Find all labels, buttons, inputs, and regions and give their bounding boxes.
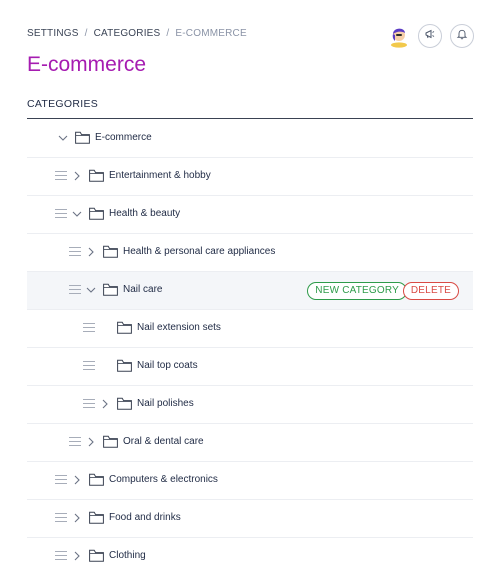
folder-icon xyxy=(89,169,104,182)
announcements-button[interactable] xyxy=(418,24,442,48)
notifications-button[interactable] xyxy=(450,24,474,48)
drag-handle-icon[interactable] xyxy=(69,247,81,257)
tree-row[interactable]: Nail extension sets xyxy=(27,310,473,348)
chevron-down-icon[interactable] xyxy=(57,131,69,145)
category-label[interactable]: Oral & dental care xyxy=(123,436,204,447)
drag-handle-icon[interactable] xyxy=(69,437,81,447)
folder-icon xyxy=(117,359,132,372)
chevron-right-icon[interactable] xyxy=(71,169,83,183)
header-actions xyxy=(388,24,474,48)
delete-button[interactable]: DELETE xyxy=(402,282,459,300)
drag-handle-icon[interactable] xyxy=(83,399,95,409)
chevron-right-icon[interactable] xyxy=(99,397,111,411)
category-label[interactable]: Nail top coats xyxy=(137,360,198,371)
breadcrumb: SETTINGS / CATEGORIES / E-COMMERCE xyxy=(27,28,247,39)
category-label[interactable]: Health & beauty xyxy=(109,208,180,219)
folder-icon xyxy=(75,131,90,144)
chevron-down-icon[interactable] xyxy=(85,283,97,297)
chevron-right-icon[interactable] xyxy=(85,435,97,449)
section-label: CATEGORIES xyxy=(27,98,99,110)
tree-row[interactable]: Nail top coats xyxy=(27,348,473,386)
folder-icon xyxy=(117,397,132,410)
tree-row[interactable]: E-commerce xyxy=(27,120,473,158)
drag-handle-icon[interactable] xyxy=(55,171,67,181)
tree-row[interactable]: Computers & electronics xyxy=(27,462,473,500)
tree-row[interactable]: Clothing xyxy=(27,538,473,574)
folder-icon xyxy=(89,473,104,486)
category-label[interactable]: Food and drinks xyxy=(109,512,181,523)
avatar[interactable] xyxy=(388,24,410,48)
page-title: E-commerce xyxy=(27,53,147,76)
tree-row[interactable]: Health & beauty xyxy=(27,196,473,234)
tree-row[interactable]: Nail care NEW CATEGORY DELETE xyxy=(27,272,473,310)
tree-row[interactable]: Oral & dental care xyxy=(27,424,473,462)
tree-row[interactable]: Entertainment & hobby xyxy=(27,158,473,196)
section-divider xyxy=(27,118,473,119)
breadcrumb-separator: / xyxy=(84,28,88,39)
tree-row[interactable]: Food and drinks xyxy=(27,500,473,538)
chevron-right-icon[interactable] xyxy=(71,511,83,525)
drag-handle-icon[interactable] xyxy=(55,475,67,485)
drag-handle-icon[interactable] xyxy=(83,323,95,333)
drag-handle-icon[interactable] xyxy=(55,513,67,523)
tree-row[interactable]: Nail polishes xyxy=(27,386,473,424)
folder-icon xyxy=(89,549,104,562)
megaphone-icon xyxy=(424,27,436,45)
new-category-button[interactable]: NEW CATEGORY xyxy=(307,282,407,300)
folder-icon xyxy=(103,283,118,296)
drag-handle-icon[interactable] xyxy=(55,551,67,561)
tree-row[interactable]: Health & personal care appliances xyxy=(27,234,473,272)
breadcrumb-separator: / xyxy=(166,28,170,39)
category-label[interactable]: E-commerce xyxy=(95,132,152,143)
category-label[interactable]: Clothing xyxy=(109,550,146,561)
breadcrumb-categories[interactable]: CATEGORIES xyxy=(94,28,161,39)
folder-icon xyxy=(89,207,104,220)
chevron-right-icon[interactable] xyxy=(71,473,83,487)
category-label[interactable]: Entertainment & hobby xyxy=(109,170,211,181)
folder-icon xyxy=(89,511,104,524)
drag-handle-icon[interactable] xyxy=(69,285,81,295)
folder-icon xyxy=(117,321,132,334)
bell-icon xyxy=(456,27,468,45)
breadcrumb-settings[interactable]: SETTINGS xyxy=(27,28,79,39)
chevron-right-icon[interactable] xyxy=(71,549,83,563)
category-tree: E-commerce Entertainment & hobby Health & … xyxy=(27,120,473,574)
chevron-right-icon[interactable] xyxy=(85,245,97,259)
folder-icon xyxy=(103,245,118,258)
category-label[interactable]: Nail polishes xyxy=(137,398,194,409)
top-bar: SETTINGS / CATEGORIES / E-COMMERCE xyxy=(27,24,474,54)
category-label[interactable]: Nail extension sets xyxy=(137,322,221,333)
drag-handle-icon[interactable] xyxy=(55,209,67,219)
breadcrumb-current: E-COMMERCE xyxy=(175,28,247,39)
drag-handle-icon[interactable] xyxy=(83,361,95,371)
folder-icon xyxy=(103,435,118,448)
category-label[interactable]: Computers & electronics xyxy=(109,474,218,485)
category-label[interactable]: Nail care xyxy=(123,284,162,295)
chevron-down-icon[interactable] xyxy=(71,207,83,221)
category-label[interactable]: Health & personal care appliances xyxy=(123,246,275,257)
